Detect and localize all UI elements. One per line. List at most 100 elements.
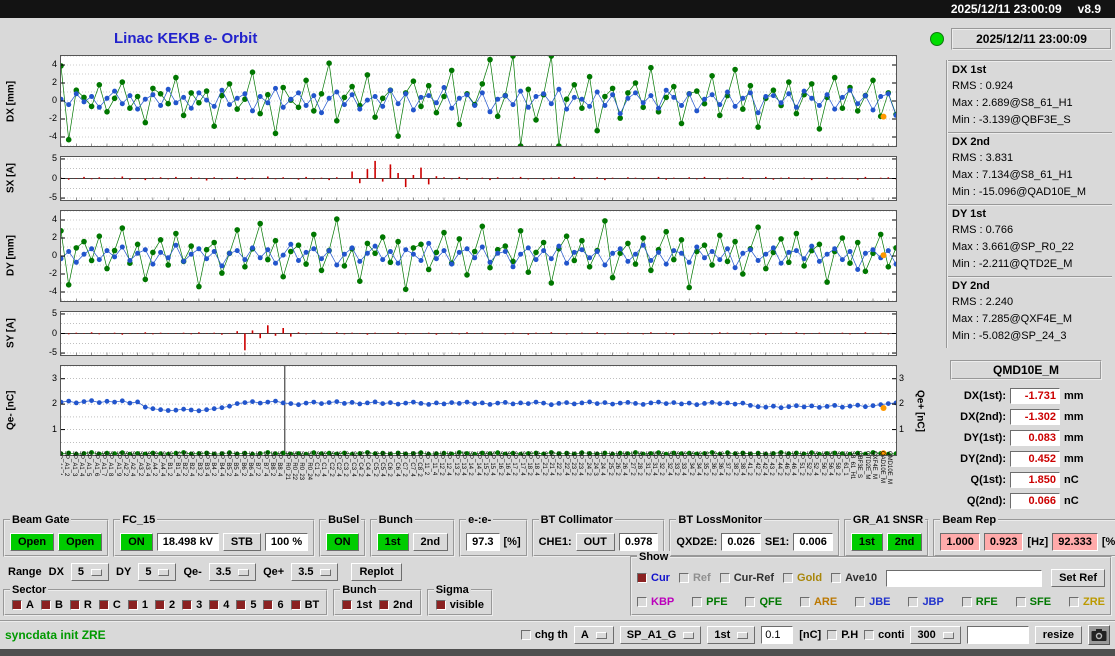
replot-button[interactable]: Replot bbox=[351, 563, 402, 581]
monitor-row-unit: mm bbox=[1064, 431, 1084, 444]
stats-row: Min : -3.139@QBF3E_S bbox=[952, 114, 1071, 126]
show-checkbox-zre[interactable]: ZRE bbox=[1068, 596, 1105, 608]
sector-checkbox-3[interactable]: 3 bbox=[182, 599, 202, 611]
show-checkbox-cur-ref[interactable]: Cur-Ref bbox=[719, 572, 774, 584]
camera-button[interactable] bbox=[1088, 625, 1110, 645]
bunch-1st-button[interactable]: 1st bbox=[376, 532, 409, 551]
show-checkbox-kbp[interactable]: KBP bbox=[637, 596, 674, 608]
checkbox-indicator bbox=[637, 597, 647, 607]
show-checkbox-cur[interactable]: Cur bbox=[637, 572, 670, 584]
set-ref-button[interactable]: Set Ref bbox=[1051, 569, 1105, 587]
dropdown-indicator-icon bbox=[595, 631, 607, 639]
che1-out-button[interactable]: OUT bbox=[575, 532, 615, 551]
monitor-row-label: DX(1st): bbox=[963, 389, 1006, 402]
sector-group: Sector A B R C 1 2 3 4 5 6 BT bbox=[3, 584, 329, 616]
busel-on-button[interactable]: ON bbox=[326, 532, 359, 551]
fc15-on-button[interactable]: ON bbox=[120, 532, 153, 551]
busel-label: BuSel bbox=[326, 514, 362, 526]
show-checkbox-sfe[interactable]: SFE bbox=[1015, 596, 1051, 608]
sector-checkbox-5[interactable]: 5 bbox=[236, 599, 256, 611]
sector-checkbox-r[interactable]: R bbox=[69, 599, 92, 611]
stats-row: Min : -15.096@QAD10E_M bbox=[952, 186, 1087, 198]
range-dx-select[interactable]: 5 bbox=[70, 563, 110, 581]
monitor-row-value: 1.850 bbox=[1010, 471, 1060, 488]
range-title: Range bbox=[8, 566, 42, 578]
fc15-percent-field: 100 % bbox=[264, 532, 309, 551]
statusbar-entry[interactable] bbox=[966, 626, 1029, 644]
show-checkbox-ave10[interactable]: Ave10 bbox=[831, 572, 877, 584]
dropdown-indicator-icon bbox=[737, 631, 749, 639]
status-led-icon bbox=[930, 32, 944, 46]
bunch-checkbox-1st[interactable]: 1st bbox=[342, 599, 372, 611]
show-checkbox-jbp[interactable]: JBP bbox=[908, 596, 944, 608]
monitor-row: Q(1st): 1.850 nC bbox=[950, 469, 1102, 490]
sigma-items: visible bbox=[435, 599, 484, 611]
set-ref-input[interactable] bbox=[886, 569, 1043, 587]
stats-panel-title: DY 2nd bbox=[952, 280, 990, 292]
show-checkbox-are[interactable]: ARE bbox=[799, 596, 837, 608]
checkbox-indicator bbox=[692, 597, 703, 607]
range-qem-label: Qe- bbox=[183, 566, 202, 578]
show-checkbox-pfe[interactable]: PFE bbox=[692, 596, 728, 608]
plot-row-sx: SX [A] 5 0 -5 bbox=[2, 153, 927, 202]
checkbox-label: P.H bbox=[841, 629, 859, 641]
dropdown-indicator-icon bbox=[942, 631, 954, 639]
monitor-row-value: 0.452 bbox=[1010, 450, 1060, 467]
show-checkbox-gold[interactable]: Gold bbox=[783, 572, 822, 584]
bunch-2nd-button[interactable]: 2nd bbox=[412, 532, 449, 551]
sector-checkbox-4[interactable]: 4 bbox=[209, 599, 229, 611]
plot-ylabel-sy: SY [A] bbox=[5, 318, 17, 349]
checkbox-label: 3 bbox=[196, 599, 203, 611]
sector-checkbox-bt[interactable]: BT bbox=[290, 599, 319, 611]
checkbox-indicator bbox=[40, 600, 51, 610]
beam-gate-open-button-2[interactable]: Open bbox=[58, 532, 103, 551]
monitor-row-unit: mm bbox=[1064, 452, 1084, 465]
stats-panel-dy-2nd: DY 2nd RMS : 2.240 Max : 7.285@QXF4E_M Min … bbox=[948, 276, 1112, 348]
beam-rep-label: Beam Rep bbox=[940, 514, 999, 526]
gr-snsr-2nd-button[interactable]: 2nd bbox=[886, 532, 923, 551]
checkbox-label: QFE bbox=[759, 596, 783, 608]
stats-row: Min : -2.211@QTD2E_M bbox=[952, 258, 1073, 270]
range-qep-select[interactable]: 3.5 bbox=[291, 563, 339, 581]
mode-select[interactable]: A bbox=[573, 626, 614, 644]
sector-checkbox-1[interactable]: 1 bbox=[127, 599, 148, 611]
gr-snsr-1st-button[interactable]: 1st bbox=[850, 532, 883, 551]
conti-checkbox[interactable]: conti bbox=[864, 629, 904, 641]
stats-row: Max : 3.661@SP_R0_22 bbox=[952, 241, 1074, 253]
bunch-select[interactable]: 1st bbox=[707, 626, 756, 644]
monitor-row-unit: nC bbox=[1064, 494, 1079, 507]
sector-checkbox-2[interactable]: 2 bbox=[154, 599, 175, 611]
plot-row-dy: DY [mm] 4 2 0 -2 -4 bbox=[2, 210, 927, 302]
ph-checkbox[interactable]: P.H bbox=[827, 629, 858, 641]
sector-checkbox-6[interactable]: 6 bbox=[263, 599, 284, 611]
stats-row: Max : 7.134@S8_61_H1 bbox=[952, 169, 1073, 181]
count-select[interactable]: 300 bbox=[910, 626, 961, 644]
range-qem-select[interactable]: 3.5 bbox=[208, 563, 257, 581]
bunch-checkbox-2nd[interactable]: 2nd bbox=[379, 599, 413, 611]
checkbox-label: conti bbox=[878, 629, 905, 641]
checkbox-label: chg th bbox=[534, 629, 568, 641]
sigma-checkbox-visible[interactable]: visible bbox=[435, 599, 484, 611]
checkbox-label: PFE bbox=[706, 596, 728, 608]
plot-ylabel-right-dy bbox=[913, 210, 927, 302]
resize-button[interactable]: resize bbox=[1034, 626, 1082, 644]
sector-checkbox-b[interactable]: B bbox=[40, 599, 63, 611]
dropdown-indicator-icon bbox=[238, 568, 250, 576]
checkbox-label: C bbox=[112, 599, 121, 611]
beam-gate-open-button-1[interactable]: Open bbox=[10, 532, 55, 551]
show-checkbox-ref[interactable]: Ref bbox=[678, 572, 711, 584]
show-checkbox-rfe[interactable]: RFE bbox=[961, 596, 998, 608]
sector-checkbox-c[interactable]: C bbox=[98, 599, 121, 611]
chg-th-checkbox[interactable]: chg th bbox=[520, 629, 568, 641]
checkbox-indicator bbox=[827, 630, 838, 640]
show-checkbox-qfe[interactable]: QFE bbox=[745, 596, 782, 608]
plot-area-sx bbox=[60, 156, 897, 201]
sector-checkbox-a[interactable]: A bbox=[12, 599, 34, 611]
range-qep-label: Qe+ bbox=[263, 566, 285, 578]
bpm-select[interactable]: SP_A1_G bbox=[619, 626, 702, 644]
range-dy-select[interactable]: 5 bbox=[138, 563, 177, 581]
threshold-input[interactable] bbox=[761, 626, 794, 644]
fc15-stb-button[interactable]: STB bbox=[222, 532, 261, 551]
show-checkbox-jbe[interactable]: JBE bbox=[855, 596, 891, 608]
plot-yticks-right-qe: 321 bbox=[899, 372, 905, 434]
